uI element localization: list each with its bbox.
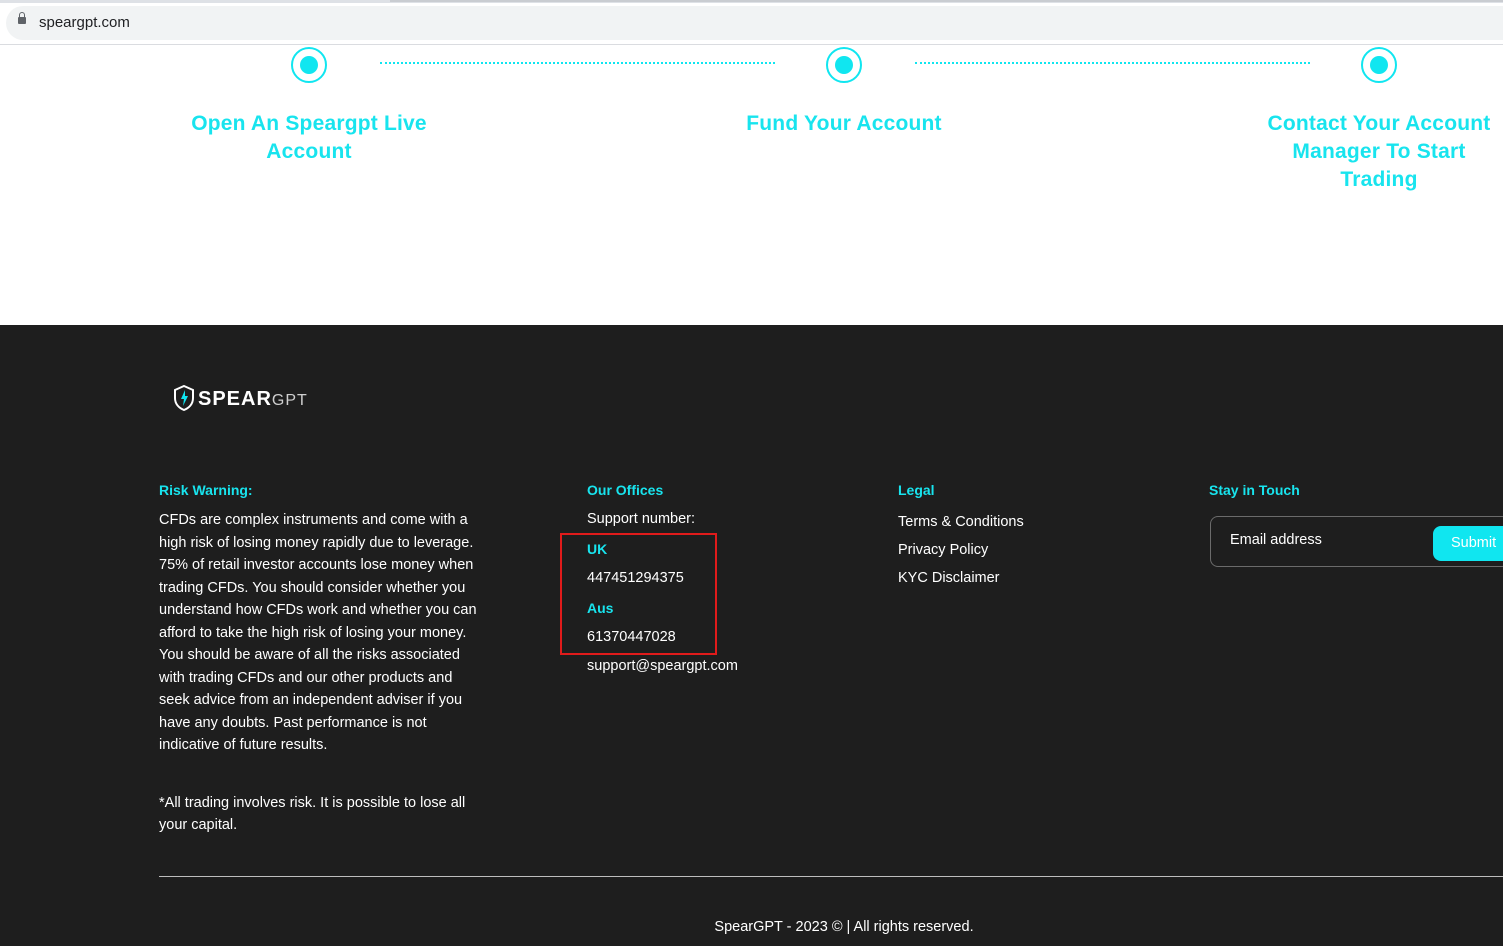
site-footer: SPEARGPT Risk Warning: CFDs are complex … [0,325,1503,946]
toolbar-divider [0,44,1503,45]
step-connector [915,62,1310,64]
step-1-title-line: Account [266,140,352,163]
risk-note: *All trading involves risk. It is possib… [159,795,466,833]
newsletter-form: Submit [1210,516,1503,567]
highlight-box [560,533,717,655]
shield-logo-icon [174,385,194,411]
step-3-title: Contact Your Account Manager To Start Tr… [1229,110,1503,194]
support-number-label: Support number: [587,511,696,527]
copyright-text: SpearGPT - 2023 © | All rights reserved. [714,919,974,935]
address-bar[interactable]: speargpt.com [6,6,1503,40]
privacy-policy-link[interactable]: Privacy Policy [898,542,988,558]
offices-title: Our Offices [587,482,664,498]
support-email[interactable]: support@speargpt.com [587,658,738,674]
step-2-title: Fund Your Account [694,110,994,138]
submit-button[interactable]: Submit [1433,526,1503,561]
step-1-circle-icon [291,47,327,83]
email-input[interactable] [1230,532,1425,548]
step-3-title-line: Contact Your Account [1267,112,1491,135]
step-2-title-line: Fund Your Account [746,112,942,135]
step-1-title-line: Open An Speargpt Live [191,112,427,135]
stay-in-touch-title: Stay in Touch [1209,482,1300,498]
logo-brand: SPEAR [198,388,272,410]
step-1-title: Open An Speargpt Live Account [159,110,459,166]
step-3-circle-icon [1361,47,1397,83]
step-3-title-line: Manager To Start [1292,140,1466,163]
browser-tab-divider [390,0,1503,2]
footer-divider [159,876,1503,877]
logo-wordmark: SPEARGPT [198,388,308,411]
logo-suffix: GPT [271,392,308,409]
address-url[interactable]: speargpt.com [39,14,130,31]
step-connector [380,62,775,64]
lock-icon[interactable] [18,12,26,24]
legal-title: Legal [898,482,935,498]
risk-warning-title: Risk Warning: [159,482,253,498]
terms-link[interactable]: Terms & Conditions [898,514,1024,530]
kyc-disclaimer-link[interactable]: KYC Disclaimer [898,570,1000,586]
risk-warning-text: CFDs are complex instruments and come wi… [159,512,477,753]
step-3-title-line: Trading [1340,168,1418,191]
step-2-circle-icon [826,47,862,83]
